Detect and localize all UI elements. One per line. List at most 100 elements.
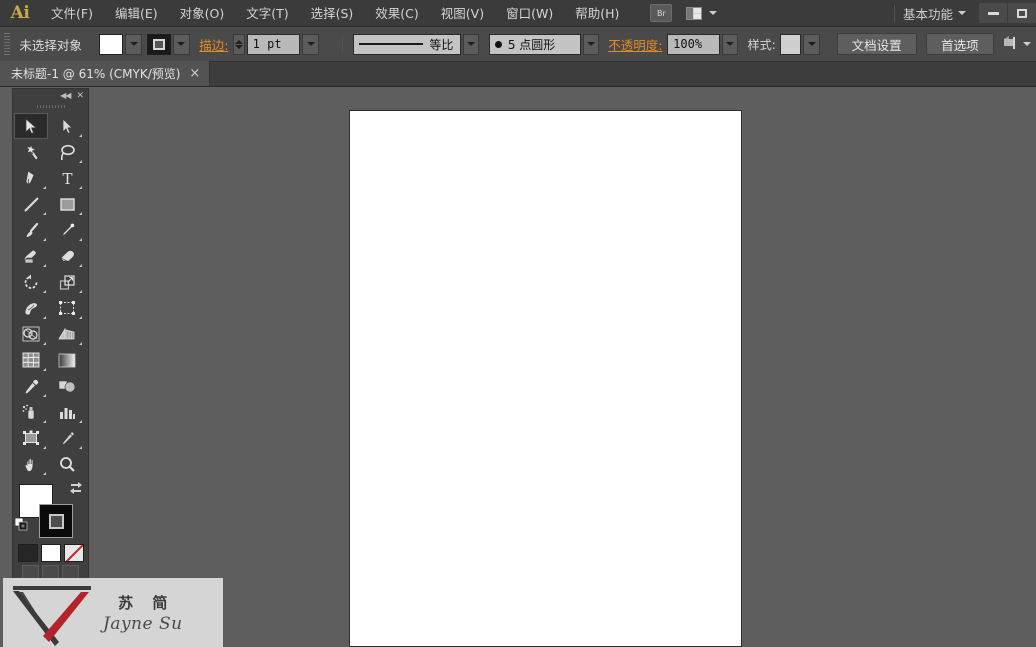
tool-paintbrush[interactable] xyxy=(14,217,48,243)
watermark-text: 苏 简 Jayne Su xyxy=(103,592,183,634)
tool-hand[interactable] xyxy=(14,451,48,477)
illustrator-window: Ai 文件(F) 编辑(E) 对象(O) 文字(T) 选择(S) 效果(C) 视… xyxy=(0,0,1036,647)
tool-eraser[interactable] xyxy=(50,243,84,269)
gradient-button[interactable] xyxy=(40,544,61,562)
tool-line-segment[interactable] xyxy=(14,191,48,217)
style-chevron-down-icon[interactable] xyxy=(803,33,820,55)
fill-swatch[interactable] xyxy=(99,33,123,55)
opacity-label[interactable]: 不透明度: xyxy=(608,35,662,54)
stroke-swatch[interactable] xyxy=(146,33,171,55)
tool-grid: T xyxy=(13,111,88,477)
tool-scale[interactable] xyxy=(50,269,84,295)
tool-slice[interactable] xyxy=(50,425,84,451)
tool-pencil[interactable] xyxy=(50,217,84,243)
canvas-area[interactable] xyxy=(0,87,1036,647)
stroke-color-swatch[interactable] xyxy=(39,504,73,538)
tool-free-transform[interactable] xyxy=(50,295,84,321)
tool-pen[interactable] xyxy=(14,165,48,191)
tool-lasso[interactable] xyxy=(50,139,84,165)
menu-effect[interactable]: 效果(C) xyxy=(364,0,429,27)
tool-zoom[interactable] xyxy=(50,451,84,477)
workspace-chevron-down-icon[interactable] xyxy=(958,11,966,15)
opacity-chevron-down-icon[interactable] xyxy=(721,33,739,55)
maximize-button[interactable] xyxy=(1008,3,1036,23)
tool-blob-brush[interactable] xyxy=(14,243,48,269)
menu-type[interactable]: 文字(T) xyxy=(235,0,299,27)
tool-column-graph[interactable] xyxy=(50,399,84,425)
tool-eyedropper[interactable] xyxy=(14,373,48,399)
menu-window[interactable]: 窗口(W) xyxy=(495,0,564,27)
menu-help[interactable]: 帮助(H) xyxy=(564,0,630,27)
brush-definition-select[interactable]: 5 点圆形 xyxy=(488,33,581,55)
stroke-color-control[interactable] xyxy=(146,33,190,55)
document-tab[interactable]: 未标题-1 @ 61% (CMYK/预览) × xyxy=(0,61,211,86)
stroke-chevron-down-icon[interactable] xyxy=(172,33,190,55)
tool-gradient[interactable] xyxy=(50,347,84,373)
transform-align-icon[interactable] xyxy=(1003,35,1020,53)
stroke-profile-preview-icon xyxy=(359,43,424,45)
tool-shape-builder[interactable] xyxy=(14,321,48,347)
watermark-cn-name: 苏 简 xyxy=(118,593,175,612)
control-bar-grip[interactable] xyxy=(4,33,10,55)
menu-bar-right: 基本功能 xyxy=(888,0,1036,27)
color-mode-buttons xyxy=(13,542,88,562)
stroke-profile-chevron-down-icon[interactable] xyxy=(463,33,480,55)
tool-selection[interactable] xyxy=(14,113,48,139)
none-button[interactable] xyxy=(63,544,84,562)
arrange-documents-icon[interactable] xyxy=(682,4,706,22)
opacity-input[interactable]: 100% xyxy=(667,33,720,55)
tool-symbol-sprayer[interactable] xyxy=(14,399,48,425)
watermark-en-name: Jayne Su xyxy=(103,613,183,634)
stroke-weight-stepper[interactable] xyxy=(233,33,245,55)
divider xyxy=(893,4,895,22)
control-bar: 未选择对象 描边: 1 pt 等比 5 点圆形 不透明度: 100% 样式: 文… xyxy=(0,27,1036,62)
default-fill-stroke-icon[interactable] xyxy=(14,517,28,531)
tool-direct-selection[interactable] xyxy=(50,113,84,139)
preferences-button[interactable]: 首选项 xyxy=(926,33,994,55)
tool-type[interactable]: T xyxy=(50,165,84,191)
brush-preview-icon xyxy=(494,40,502,48)
fill-chevron-down-icon[interactable] xyxy=(125,33,142,55)
tool-magic-wand[interactable] xyxy=(14,139,48,165)
stroke-profile-select[interactable]: 等比 xyxy=(353,33,462,55)
stroke-weight-chevron-down-icon[interactable] xyxy=(302,33,319,55)
bridge-icon[interactable]: Br xyxy=(650,4,673,22)
menu-bar: Ai 文件(F) 编辑(E) 对象(O) 文字(T) 选择(S) 效果(C) 视… xyxy=(0,0,1036,27)
menu-items: 文件(F) 编辑(E) 对象(O) 文字(T) 选择(S) 效果(C) 视图(V… xyxy=(40,0,630,27)
arrange-chevron-down-icon[interactable] xyxy=(709,11,718,15)
minimize-button[interactable] xyxy=(979,3,1007,23)
color-button[interactable] xyxy=(17,544,38,562)
tools-panel: ◀◀ ✕ T xyxy=(12,88,89,593)
tool-warp[interactable] xyxy=(14,295,48,321)
fill-stroke-control xyxy=(13,480,88,542)
tool-blend[interactable] xyxy=(50,373,84,399)
graphic-style-swatch[interactable] xyxy=(780,33,802,55)
artboard[interactable] xyxy=(349,110,742,647)
tool-rectangle[interactable] xyxy=(50,191,84,217)
document-tab-label: 未标题-1 @ 61% (CMYK/预览) xyxy=(11,67,181,81)
menu-select[interactable]: 选择(S) xyxy=(300,0,365,27)
svg-text:T: T xyxy=(62,170,72,187)
swap-fill-stroke-icon[interactable] xyxy=(69,481,83,495)
brush-chevron-down-icon[interactable] xyxy=(582,33,599,55)
stepper-up-icon xyxy=(234,39,243,44)
document-setup-button[interactable]: 文档设置 xyxy=(836,33,917,55)
stroke-weight-input[interactable]: 1 pt xyxy=(246,33,301,55)
fill-color-control[interactable] xyxy=(99,33,142,55)
tools-panel-grip[interactable] xyxy=(35,102,66,111)
tool-perspective-grid[interactable] xyxy=(50,321,84,347)
tool-mesh[interactable] xyxy=(14,347,48,373)
collapse-icon[interactable]: ◀◀ xyxy=(60,91,71,100)
menu-object[interactable]: 对象(O) xyxy=(169,0,236,27)
transform-chevron-down-icon[interactable] xyxy=(1023,42,1032,46)
close-icon[interactable]: ✕ xyxy=(76,91,84,101)
tool-rotate[interactable] xyxy=(14,269,48,295)
menu-view[interactable]: 视图(V) xyxy=(430,0,495,27)
tool-artboard[interactable] xyxy=(14,425,48,451)
stroke-weight-label[interactable]: 描边: xyxy=(199,35,228,54)
menu-file[interactable]: 文件(F) xyxy=(40,0,104,27)
menu-edit[interactable]: 编辑(E) xyxy=(104,0,169,27)
close-icon[interactable]: × xyxy=(189,67,200,80)
selection-status-label: 未选择对象 xyxy=(19,37,82,53)
workspace-switcher-label[interactable]: 基本功能 xyxy=(901,4,955,23)
